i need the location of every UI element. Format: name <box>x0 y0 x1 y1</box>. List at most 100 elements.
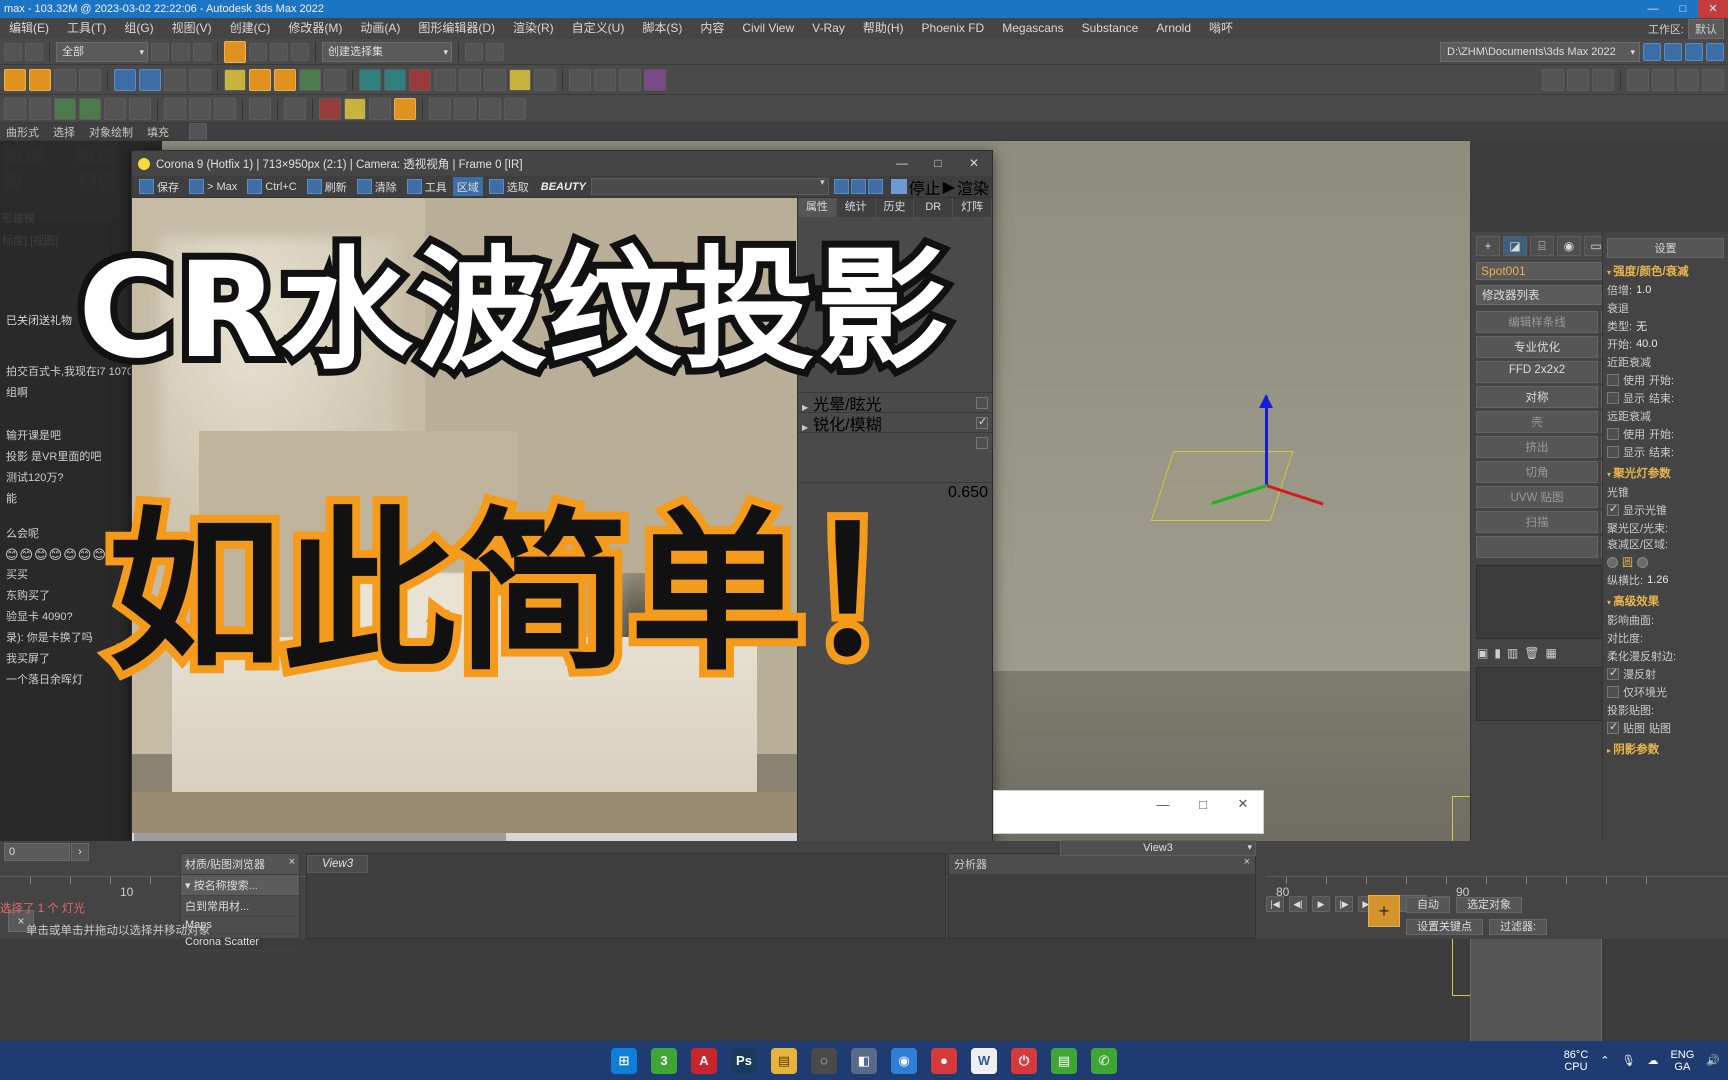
menu-item-6[interactable]: 动画(A) <box>351 18 409 39</box>
contrast-row[interactable]: 对比度: <box>1607 630 1724 646</box>
modifier-btn-14[interactable]: UVW 贴图 <box>1476 486 1598 508</box>
transform-gizmo[interactable] <box>1211 394 1324 506</box>
vfb-minimize-icon[interactable]: — <box>884 151 920 176</box>
spot-rollout-header[interactable]: 聚光灯参数 <box>1607 465 1724 481</box>
script-icon-3[interactable] <box>619 68 641 91</box>
workspace-selector[interactable]: 工作区: 默认 <box>1648 18 1724 39</box>
modifier-btn-16[interactable]: 扫描 <box>1476 511 1598 533</box>
hierarchy-icon[interactable]: ⌸ <box>1530 236 1554 256</box>
taskbar-apps[interactable]: ⊞ 3 A Ps ▤ ◌ ◧ ◉ ● W ⏻ ▤ ✆ <box>611 1047 1117 1074</box>
menu-item-4[interactable]: 创建(C) <box>221 18 280 39</box>
show-cone-row[interactable]: 显示光锥 <box>1607 502 1724 518</box>
plugin-icon-1[interactable] <box>4 97 26 120</box>
select-window-icon[interactable] <box>193 42 211 61</box>
menu-item-11[interactable]: 内容 <box>691 18 733 39</box>
volume-icon[interactable]: 🔊 <box>1706 1054 1720 1067</box>
main-toolbar-row-1[interactable]: 全部 创建选择集 D:\ZHM\Documents\3ds Max 2022 <box>0 39 1728 65</box>
corona-bitmap-icon[interactable] <box>534 68 556 91</box>
list-view-icon[interactable] <box>249 97 271 120</box>
mirror-icon[interactable] <box>465 42 483 61</box>
material-editor-icon[interactable] <box>299 68 321 91</box>
view-cube-icon[interactable] <box>1677 68 1699 91</box>
language-indicator[interactable]: ENG GA <box>1670 1049 1694 1073</box>
project-path-field[interactable]: D:\ZHM\Documents\3ds Max 2022 <box>1440 41 1640 62</box>
safe-frame-icon[interactable] <box>1652 68 1674 91</box>
auto-key-button[interactable]: 自动 <box>1406 897 1450 913</box>
wechat-icon[interactable]: ✆ <box>1091 1047 1117 1074</box>
scene-explorer-icon[interactable] <box>1567 68 1589 91</box>
modifier-btn-4[interactable]: FFD 2x2x2 <box>1476 361 1598 383</box>
undo-icon[interactable] <box>4 42 22 61</box>
select-region-icon[interactable] <box>172 42 190 61</box>
curve-editor-icon[interactable] <box>324 68 346 91</box>
windows-taskbar[interactable]: ⊞ 3 A Ps ▤ ◌ ◧ ◉ ● W ⏻ ▤ ✆ 86°C CPU ⌃ 🎙 … <box>0 1041 1728 1080</box>
modifier-btn-8[interactable]: 壳 <box>1476 411 1598 433</box>
file-explorer-icon[interactable]: ▤ <box>771 1047 797 1074</box>
far-use-checkbox[interactable] <box>1607 428 1619 440</box>
white-popup-titlebar[interactable]: — □ ✕ <box>994 791 1263 817</box>
modifier-btn-0[interactable]: 编辑样条线 <box>1476 311 1598 333</box>
motion-icon[interactable]: ◉ <box>1557 236 1581 256</box>
select-rotate-icon[interactable] <box>249 42 267 61</box>
steering-wheel-icon[interactable] <box>1702 68 1724 91</box>
near-use-row[interactable]: 使用 开始: <box>1607 372 1724 388</box>
render-setup-icon[interactable] <box>224 68 246 91</box>
shadow-rollout-header[interactable]: 阴影参数 <box>1607 741 1724 757</box>
spinner-snap-icon[interactable] <box>189 68 211 91</box>
vfb-row-extra[interactable] <box>798 432 992 452</box>
vfb-row-bloom-checkbox[interactable] <box>976 396 988 409</box>
corona-converter-icon[interactable] <box>509 68 531 91</box>
menu-item-19[interactable]: 嗡吥 <box>1200 18 1242 39</box>
warning-icon-2[interactable] <box>344 97 366 120</box>
modifier-btn-12[interactable]: 切角 <box>1476 461 1598 483</box>
analyzer-close-icon[interactable]: × <box>1244 856 1250 872</box>
search-icon[interactable]: ◌ <box>811 1047 837 1074</box>
menu-item-0[interactable]: 编辑(E) <box>0 18 58 39</box>
sub-toolbar-item-3[interactable]: 填充 <box>147 124 169 140</box>
corona-vfb-icon[interactable] <box>384 68 406 91</box>
menu-item-9[interactable]: 自定义(U) <box>563 18 634 39</box>
sub-toolbar-item-1[interactable]: 选择 <box>53 124 75 140</box>
menu-item-10[interactable]: 脚本(S) <box>633 18 691 39</box>
main-toolbar-row-3[interactable] <box>0 95 1728 123</box>
script-icon-1[interactable] <box>569 68 591 91</box>
vfb-window-controls[interactable]: — □ ✕ <box>884 151 992 176</box>
decay-start-row[interactable]: 开始: 40.0 <box>1607 336 1724 352</box>
set-key-button[interactable]: + <box>1368 895 1400 927</box>
aspect-value[interactable]: 1.26 <box>1647 574 1668 586</box>
help-icon[interactable] <box>504 97 526 120</box>
white-popup-window[interactable]: — □ ✕ <box>993 790 1264 834</box>
browser-icon[interactable]: ◉ <box>891 1047 917 1074</box>
select-object-icon[interactable] <box>151 42 169 61</box>
modifier-btn-6[interactable]: 对称 <box>1476 386 1598 408</box>
menu-item-7[interactable]: 图形编辑器(D) <box>409 18 504 39</box>
tool-icon-c[interactable] <box>429 97 451 120</box>
diffuse-checkbox[interactable] <box>1607 666 1619 680</box>
window-controls[interactable]: — □ ✕ <box>1638 0 1728 18</box>
minimize-icon[interactable]: — <box>1638 0 1668 18</box>
up-arrow-icon[interactable]: ⌃ <box>1600 1054 1609 1067</box>
far-show-checkbox[interactable] <box>1607 446 1619 458</box>
decay-start-value[interactable]: 40.0 <box>1636 338 1657 350</box>
corona-stop-icon[interactable] <box>409 68 431 91</box>
autocad-icon[interactable]: A <box>691 1047 717 1074</box>
photoshop-icon[interactable]: Ps <box>731 1047 757 1074</box>
vfb-row-sharpen[interactable]: ▶ 锐化/模糊 <box>798 412 992 434</box>
far-show-row[interactable]: 显示 结束: <box>1607 444 1724 460</box>
menu-item-1[interactable]: 工具(T) <box>58 18 115 39</box>
projector-map-row[interactable]: 贴图 贴图 <box>1607 720 1724 736</box>
vfb-tab-lightmix[interactable]: 灯阵 <box>953 198 992 217</box>
circle-radio-icon[interactable] <box>1607 556 1618 568</box>
sub-toolbar-item-2[interactable]: 对象绘制 <box>89 124 133 140</box>
menu-item-12[interactable]: Civil View <box>733 18 803 39</box>
align-icon[interactable] <box>486 42 504 61</box>
settings-button[interactable]: 设置 <box>1607 238 1724 258</box>
soften-row[interactable]: 柔化漫反射边: <box>1607 648 1724 664</box>
analyzer-panel[interactable]: 分析器 × <box>948 853 1256 939</box>
selection-filter-combo[interactable]: 全部 <box>56 41 148 62</box>
placement-icon[interactable] <box>291 42 309 61</box>
auto-key-controls[interactable]: 自动 选定对象 设置关键点 过滤器: <box>1406 896 1550 935</box>
corona-scatter-icon[interactable] <box>484 68 506 91</box>
circle-tool-icon[interactable] <box>79 68 101 91</box>
layer-filter-icon[interactable] <box>1706 42 1724 61</box>
